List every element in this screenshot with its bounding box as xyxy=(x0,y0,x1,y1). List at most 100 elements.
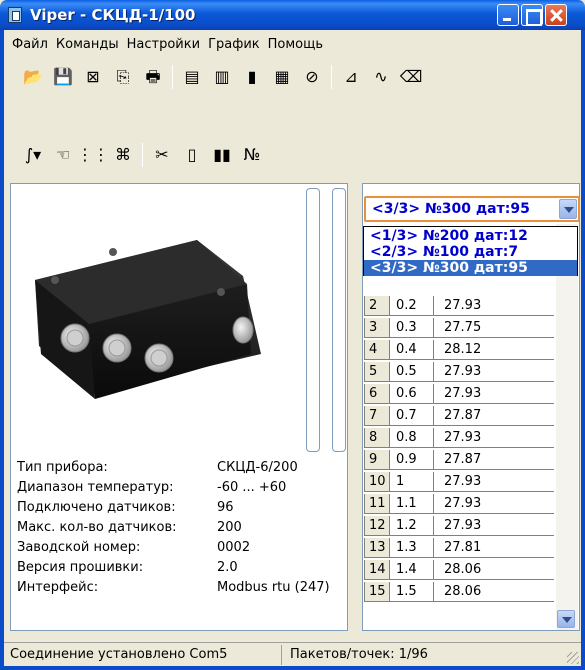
eraser-icon[interactable]: ⌫ xyxy=(400,66,423,88)
dropdown-option-2[interactable]: <2/3> №100 дат:7 xyxy=(364,244,577,260)
row-position: 0.6 xyxy=(390,384,434,404)
page-icon[interactable]: ▯ xyxy=(181,144,203,166)
row-index: 3 xyxy=(364,318,390,338)
row-temperature: 28.06 xyxy=(434,582,554,602)
table-scrollbar[interactable] xyxy=(556,224,578,630)
number-icon[interactable]: № xyxy=(241,144,263,166)
maximize-button[interactable] xyxy=(521,4,543,26)
minimize-button[interactable] xyxy=(497,4,519,26)
row-temperature: 27.93 xyxy=(434,472,554,492)
scroll-down-icon[interactable] xyxy=(557,610,575,628)
level-bar-1 xyxy=(306,188,320,452)
table-row[interactable]: 14 1.4 28.06 xyxy=(364,560,554,580)
row-index: 8 xyxy=(364,428,390,448)
row-index: 2 xyxy=(364,296,390,316)
window-title: Viper - СКЦД-1/100 xyxy=(30,6,196,24)
table-row[interactable]: 6 0.6 27.93 xyxy=(364,384,554,404)
table-row[interactable]: 15 1.5 28.06 xyxy=(364,582,554,602)
device-select-dropdown: <1/3> №200 дат:12 <2/3> №100 дат:7 <3/3>… xyxy=(363,226,578,276)
window-frame-right xyxy=(581,30,585,670)
row-temperature: 27.93 xyxy=(434,384,554,404)
sensor-config-icon[interactable]: ⌘ xyxy=(112,144,134,166)
packets-status: Пакетов/точек: 1/96 xyxy=(290,646,428,662)
toolbar-separator xyxy=(331,65,332,89)
row-position: 0.4 xyxy=(390,340,434,360)
row-index: 9 xyxy=(364,450,390,470)
row-position: 0.2 xyxy=(390,296,434,316)
calendar-icon[interactable]: ▦ xyxy=(271,66,293,88)
row-index: 4 xyxy=(364,340,390,360)
menu-file[interactable]: Файл xyxy=(8,37,52,52)
app-icon xyxy=(8,7,22,23)
row-temperature: 27.87 xyxy=(434,406,554,426)
row-index: 14 xyxy=(364,560,390,580)
open-folder-icon[interactable]: 📂 xyxy=(22,66,44,88)
device-image xyxy=(11,184,347,452)
table-row[interactable]: 8 0.8 27.93 xyxy=(364,428,554,448)
curve-dropdown-icon[interactable]: ∫▾ xyxy=(22,144,44,166)
table-row[interactable]: 7 0.7 27.87 xyxy=(364,406,554,426)
row-position: 0.5 xyxy=(390,362,434,382)
info-label: Интерфейс: xyxy=(17,580,99,595)
info-value: 200 xyxy=(217,520,242,535)
window-frame-left xyxy=(0,30,4,670)
row-index: 12 xyxy=(364,516,390,536)
table-row[interactable]: 9 0.9 27.87 xyxy=(364,450,554,470)
info-label: Заводской номер: xyxy=(17,540,141,555)
table-row[interactable]: 2 0.2 27.93 xyxy=(364,296,554,316)
line-chart-icon[interactable]: ∿ xyxy=(370,66,392,88)
info-value: Modbus rtu (247) xyxy=(217,580,330,595)
device-select[interactable]: <3/3> №300 дат:95 xyxy=(364,196,580,222)
table-row[interactable]: 12 1.2 27.93 xyxy=(364,516,554,536)
dropdown-option-3[interactable]: <3/3> №300 дат:95 xyxy=(364,260,577,276)
row-index: 7 xyxy=(364,406,390,426)
clock-icon[interactable]: ⊘ xyxy=(301,66,323,88)
window-frame-bottom xyxy=(0,666,585,670)
table-row[interactable]: 4 0.4 28.12 xyxy=(364,340,554,360)
row-index: 15 xyxy=(364,582,390,602)
row-position: 0.9 xyxy=(390,450,434,470)
print-icon[interactable]: 🖶 xyxy=(142,66,164,88)
row-position: 1.1 xyxy=(390,494,434,514)
row-position: 1.4 xyxy=(390,560,434,580)
table-row[interactable]: 10 1 27.93 xyxy=(364,472,554,492)
row-temperature: 28.06 xyxy=(434,560,554,580)
table-row[interactable]: 13 1.3 27.81 xyxy=(364,538,554,558)
row-temperature: 27.75 xyxy=(434,318,554,338)
toolbar-separator xyxy=(142,143,143,167)
row-temperature: 27.81 xyxy=(434,538,554,558)
resize-grip[interactable] xyxy=(567,652,579,664)
table-row[interactable]: 11 1.1 27.93 xyxy=(364,494,554,514)
info-value: СКЦД-6/200 xyxy=(217,460,298,475)
dropdown-option-1[interactable]: <1/3> №200 дат:12 xyxy=(364,228,577,244)
level-bar-2 xyxy=(332,188,346,452)
battery-icon[interactable]: ▮ xyxy=(241,66,263,88)
toolbar-separator xyxy=(172,65,173,89)
chevron-down-icon[interactable] xyxy=(559,199,577,219)
copy-icon[interactable]: ⎘ xyxy=(112,66,134,88)
menu-chart[interactable]: График xyxy=(204,37,264,52)
sensors-icon[interactable]: ⋮⋮ xyxy=(77,144,109,166)
device-icon-b[interactable]: ▥ xyxy=(211,66,233,88)
hand-icon[interactable]: ☜ xyxy=(52,144,74,166)
connection-status: Соединение установлено Com5 xyxy=(4,644,282,665)
chart-icon[interactable]: ⊿ xyxy=(340,66,362,88)
row-temperature: 27.93 xyxy=(434,362,554,382)
save-icon[interactable]: 💾 xyxy=(52,66,74,88)
excel-icon[interactable]: ⊠ xyxy=(82,66,104,88)
device-icon-a[interactable]: ▤ xyxy=(181,66,203,88)
row-temperature: 27.87 xyxy=(434,450,554,470)
bars-icon[interactable]: ▮▮ xyxy=(211,144,233,166)
menu-commands[interactable]: Команды xyxy=(52,37,123,52)
main-toolbar: 📂 💾 ⊠ ⎘ 🖶 ▤ ▥ ▮ ▦ ⊘ ⊿ ∿ ⌫ xyxy=(4,60,581,94)
table-row[interactable]: 3 0.3 27.75 xyxy=(364,318,554,338)
info-label: Подключено датчиков: xyxy=(17,500,176,515)
tools-icon[interactable]: ✂ xyxy=(151,144,173,166)
menu-help[interactable]: Помощь xyxy=(264,37,327,52)
info-value: 96 xyxy=(217,500,234,515)
row-position: 1.5 xyxy=(390,582,434,602)
table-row[interactable]: 5 0.5 27.93 xyxy=(364,362,554,382)
close-button[interactable] xyxy=(545,4,567,26)
menu-settings[interactable]: Настройки xyxy=(123,37,204,52)
title-bar[interactable]: Viper - СКЦД-1/100 xyxy=(0,0,585,30)
